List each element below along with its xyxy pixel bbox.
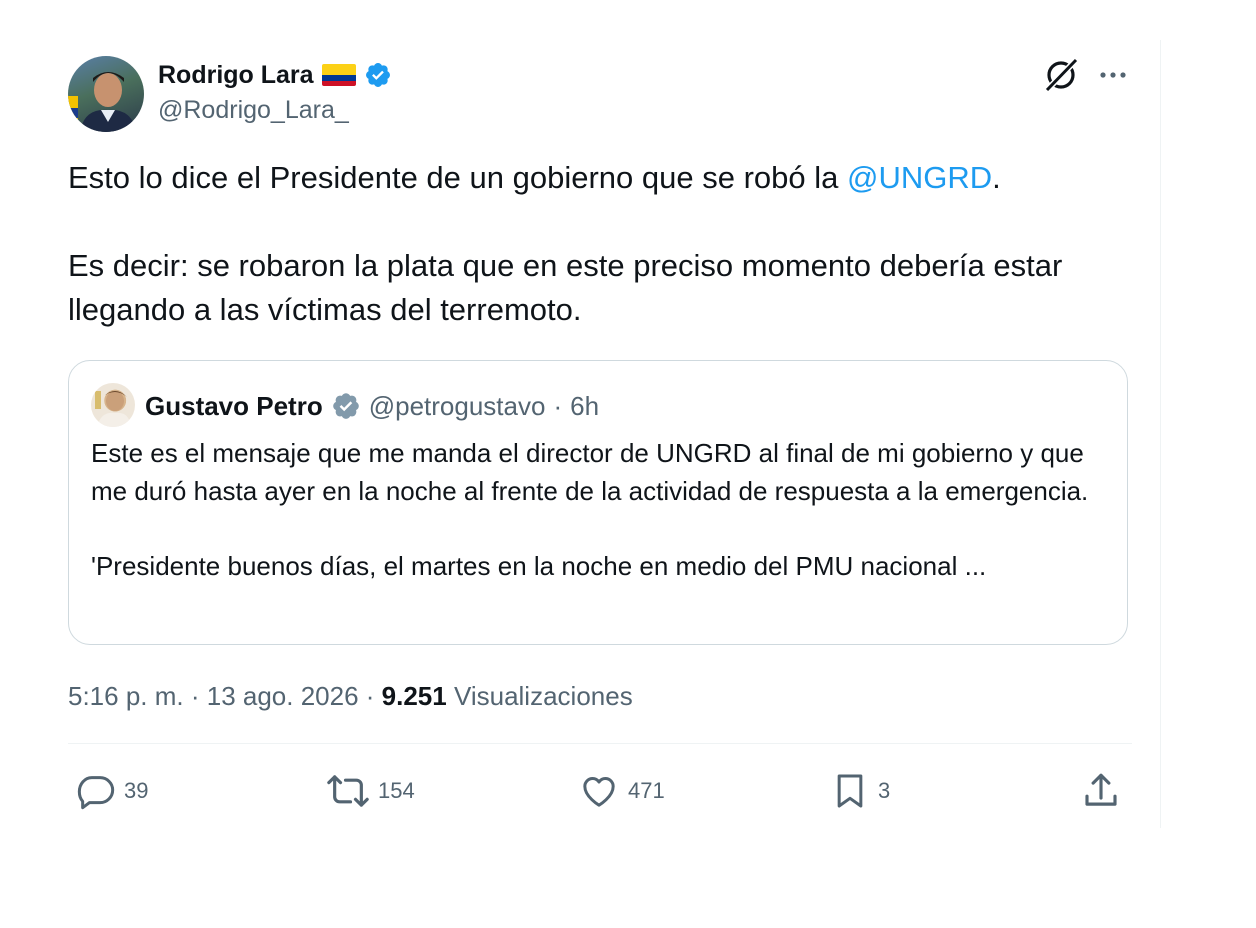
quoted-header: Gustavo Petro @petrogustavo · 6h (145, 387, 599, 425)
reply-icon (77, 776, 115, 810)
share-icon (1085, 773, 1117, 806)
like-button[interactable]: 471 (578, 766, 665, 816)
reply-button[interactable]: 39 (76, 766, 148, 816)
like-icon (583, 777, 615, 807)
bookmark-button[interactable]: 3 (830, 766, 890, 816)
verified-badge-icon (332, 393, 359, 419)
mention-link[interactable]: @UNGRD (847, 160, 992, 195)
actions-divider (68, 743, 1132, 744)
meta-separator: · (358, 680, 382, 711)
views-label: Visualizaciones (446, 680, 633, 711)
quoted-text: Este es el mensaje que me manda el direc… (91, 435, 1111, 585)
more-options-icon[interactable] (1094, 56, 1132, 94)
tweet-date[interactable]: 13 ago. 2026 (207, 681, 359, 712)
quoted-author-handle: @petrogustavo (368, 390, 546, 421)
bookmark-icon (837, 774, 863, 808)
author-name[interactable]: Rodrigo Lara (158, 61, 314, 90)
tweet-text-part: . (992, 160, 1001, 195)
author-handle[interactable]: @Rodrigo_Lara_ (158, 96, 349, 125)
repost-count: 154 (378, 778, 415, 803)
grok-icon[interactable] (1042, 56, 1080, 94)
avatar-portrait (68, 72, 136, 132)
tweet-paragraph-1: Esto lo dice el Presidente de un gobiern… (68, 156, 1138, 200)
tweet-meta: 5:16 p. m. · 13 ago. 2026 · 9.251 Visual… (68, 676, 633, 716)
share-button[interactable] (1080, 766, 1122, 816)
quoted-time: 6h (570, 390, 600, 421)
quoted-paragraph-2: 'Presidente buenos días, el martes en la… (91, 550, 987, 581)
action-bar: 39 154 471 3 (68, 766, 1132, 816)
like-count: 471 (628, 778, 665, 803)
verified-badge-icon[interactable] (364, 61, 392, 89)
tweet-paragraph-2: Es decir: se robaron la plata que en est… (68, 248, 1063, 327)
timeline-border (1160, 40, 1161, 828)
colombia-flag-icon (321, 64, 356, 86)
quoted-author-name: Gustavo Petro (145, 390, 323, 421)
quoted-tweet-card[interactable]: Gustavo Petro @petrogustavo · 6h Este es… (68, 360, 1128, 645)
reply-count: 39 (124, 778, 149, 803)
quoted-author-avatar (91, 383, 135, 427)
repost-icon (327, 775, 369, 807)
tweet-time[interactable]: 5:16 p. m. (68, 681, 184, 712)
tweet-text-part: Esto lo dice el Presidente de un gobiern… (68, 160, 847, 195)
meta-separator: · (183, 680, 207, 711)
tweet-text: Esto lo dice el Presidente de un gobiern… (68, 156, 1138, 332)
quoted-separator: · (553, 390, 563, 421)
author-avatar[interactable] (68, 56, 144, 132)
quoted-paragraph-1: Este es el mensaje que me manda el direc… (91, 438, 1089, 506)
repost-button[interactable]: 154 (326, 766, 415, 816)
bookmark-count: 3 (878, 778, 891, 803)
author-name-row: Rodrigo Lara (158, 58, 392, 92)
views-count: 9.251 (381, 680, 447, 711)
